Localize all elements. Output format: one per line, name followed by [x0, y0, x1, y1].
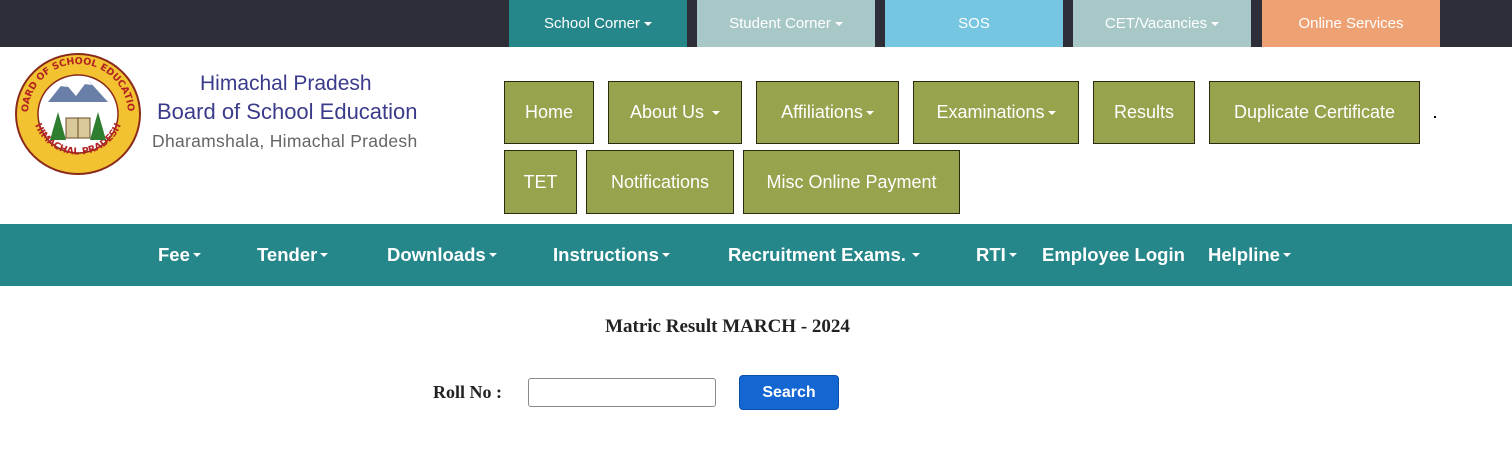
top-menu-student-corner[interactable]: Student Corner	[697, 0, 875, 47]
caret-down-icon	[865, 110, 874, 115]
nav-label: About Us	[629, 102, 705, 122]
secondary-nav-tender[interactable]: Tender	[257, 224, 329, 286]
secondary-nav-instructions[interactable]: Instructions	[553, 224, 670, 286]
caret-down-icon	[911, 253, 920, 257]
secondary-nav-employee-login[interactable]: Employee Login	[1042, 224, 1185, 286]
secondary-nav-label: Tender	[257, 244, 318, 265]
nav-label: TET	[523, 171, 558, 192]
secondary-nav-label: Recruitment Exams.	[728, 244, 906, 265]
top-menu-school-corner[interactable]: School Corner	[509, 0, 687, 47]
secondary-nav-fee[interactable]: Fee	[158, 224, 201, 286]
secondary-nav-label: Helpline	[1208, 244, 1280, 265]
nav-duplicate-certificate[interactable]: Duplicate Certificate	[1209, 81, 1420, 144]
nav-misc-online-payment[interactable]: Misc Online Payment	[743, 150, 960, 214]
secondary-nav-label: Downloads	[387, 244, 486, 265]
caret-down-icon	[643, 21, 652, 26]
secondary-nav-helpline[interactable]: Helpline	[1208, 224, 1291, 286]
nav-label: Home	[524, 102, 573, 122]
caret-down-icon	[1008, 253, 1017, 257]
secondary-nav-bar: Fee Tender Downloads Instructions Recrui…	[0, 224, 1512, 286]
roll-no-input[interactable]	[528, 378, 716, 407]
secondary-nav-label: RTI	[976, 244, 1006, 265]
nav-notifications[interactable]: Notifications	[586, 150, 734, 214]
secondary-nav-label: Fee	[158, 244, 190, 265]
secondary-nav-label: Instructions	[553, 244, 659, 265]
secondary-nav-rti[interactable]: RTI	[976, 224, 1017, 286]
top-menu-label: School Corner	[544, 15, 640, 32]
brand-board-name: Board of School Education	[157, 99, 418, 124]
roll-no-label: Roll No :	[433, 382, 502, 402]
caret-down-icon	[320, 253, 329, 257]
nav-label: Notifications	[610, 171, 710, 192]
nav-label: Examinations	[936, 102, 1045, 122]
top-menu-cet-vacancies[interactable]: CET/Vacancies	[1073, 0, 1251, 47]
nav-results[interactable]: Results	[1093, 81, 1195, 144]
caret-down-icon	[712, 110, 721, 115]
top-menu-online-services[interactable]: Online Services	[1262, 0, 1440, 47]
result-title: Matric Result MARCH - 2024	[605, 316, 850, 337]
nav-examinations[interactable]: Examinations	[913, 81, 1079, 144]
nav-label: Misc Online Payment	[766, 171, 937, 192]
decorative-dot	[1434, 116, 1436, 118]
brand-state-name: Himachal Pradesh	[200, 72, 372, 95]
nav-label: Affiliations	[781, 102, 863, 122]
brand-location: Dharamshala, Himachal Pradesh	[152, 131, 418, 151]
top-menu-label: Student Corner	[729, 15, 831, 32]
nav-tet[interactable]: TET	[504, 150, 577, 214]
nav-label: Results	[1113, 102, 1175, 122]
top-bar: School Corner Student Corner SOS CET/Vac…	[0, 0, 1512, 47]
secondary-nav-label: Employee Login	[1042, 244, 1185, 265]
caret-down-icon	[1211, 21, 1220, 26]
search-button[interactable]: Search	[739, 375, 839, 410]
caret-down-icon	[192, 253, 201, 257]
top-menu-label: CET/Vacancies	[1104, 15, 1208, 32]
top-menu-label: SOS	[958, 15, 990, 32]
caret-down-icon	[1282, 253, 1291, 257]
secondary-nav-recruitment-exams[interactable]: Recruitment Exams.	[728, 224, 920, 286]
caret-down-icon	[661, 253, 670, 257]
top-menu-sos[interactable]: SOS	[885, 0, 1063, 47]
caret-down-icon	[488, 253, 497, 257]
top-menu-label: Online Services	[1298, 15, 1404, 32]
board-logo[interactable]: BOARD OF SCHOOL EDUCATION HIMACHAL PRADE…	[14, 52, 142, 176]
nav-label: Duplicate Certificate	[1233, 102, 1396, 122]
nav-affiliations[interactable]: Affiliations	[756, 81, 899, 144]
secondary-nav-downloads[interactable]: Downloads	[387, 224, 497, 286]
nav-home[interactable]: Home	[504, 81, 594, 144]
nav-about-us[interactable]: About Us	[608, 81, 742, 144]
caret-down-icon	[1047, 110, 1056, 115]
caret-down-icon	[834, 21, 843, 26]
